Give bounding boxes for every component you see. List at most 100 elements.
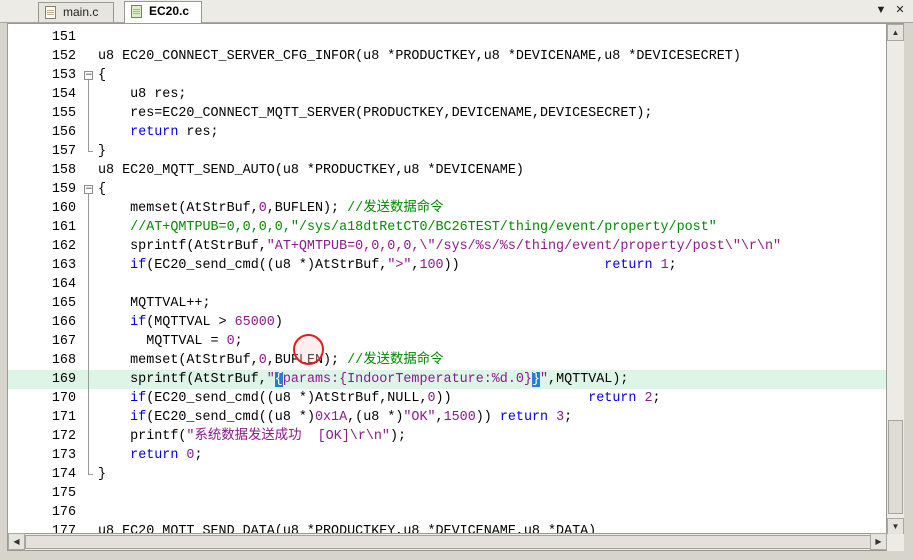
code-line[interactable]: 154 u8 res; xyxy=(8,85,886,104)
line-number: 155 xyxy=(51,106,76,121)
code-text: if(MQTTVAL > 65000) xyxy=(98,313,283,332)
code-line[interactable]: 165 MQTTVAL++; xyxy=(8,294,886,313)
line-number: 158 xyxy=(51,163,76,178)
code-line[interactable]: 171 if(EC20_send_cmd((u8 *)0x1A,(u8 *)"O… xyxy=(8,408,886,427)
code-line[interactable]: 158 u8 EC20_MQTT_SEND_AUTO(u8 *PRODUCTKEY… xyxy=(8,161,886,180)
code-token: u8 EC20_MQTT_SEND_DATA(u8 *PRODUCTKEY,u8… xyxy=(98,524,597,534)
fold-end-marker xyxy=(88,151,93,152)
code-line[interactable]: 157} xyxy=(8,142,886,161)
code-line[interactable]: 155 res=EC20_CONNECT_MQTT_SERVER(PRODUCT… xyxy=(8,104,886,123)
code-token: ) xyxy=(274,315,283,330)
code-line[interactable]: 159 { xyxy=(8,180,886,199)
mouse-cursor-highlight xyxy=(293,334,324,365)
code-line[interactable]: 152 u8 EC20_CONNECT_SERVER_CFG_INFOR(u8 *… xyxy=(8,47,886,66)
fold-toggle-icon[interactable]: − xyxy=(84,185,93,194)
code-line[interactable]: 162 sprintf(AtStrBuf,"AT+QMTPUB=0,0,0,0,… xyxy=(8,237,886,256)
c-file-icon xyxy=(131,5,142,18)
code-token: { xyxy=(98,68,107,83)
code-line[interactable]: 172 printf("系统数据发送成功 [OK]\r\n"); xyxy=(8,427,886,446)
code-token: 0 xyxy=(226,334,235,349)
code-token: return xyxy=(130,125,179,140)
line-number: 153 xyxy=(51,68,76,83)
line-number: 151 xyxy=(51,30,76,45)
editor-tab-bar: main.c EC20.c ▼ ✕ xyxy=(0,0,913,23)
code-token: 1500 xyxy=(443,410,476,425)
code-token: ,MQTTVAL); xyxy=(548,372,629,387)
code-line[interactable]: 156 return res; xyxy=(8,123,886,142)
code-token: sprintf(AtStrBuf, xyxy=(98,239,267,254)
code-line[interactable]: 174} xyxy=(8,465,886,484)
line-number: 152 xyxy=(51,49,76,64)
tab-label: main.c xyxy=(63,5,99,19)
code-text: memset(AtStrBuf,0,BUFLEN); //发送数据命令 xyxy=(98,199,444,218)
code-token: (EC20_send_cmd((u8 *)AtStrBuf,NULL, xyxy=(146,391,428,406)
code-text: } xyxy=(98,142,106,161)
code-token: " xyxy=(540,372,549,387)
code-token: if xyxy=(130,410,147,425)
code-token: 2 xyxy=(644,391,653,406)
code-token: memset(AtStrBuf, xyxy=(98,201,259,216)
code-text: u8 EC20_MQTT_SEND_AUTO(u8 *PRODUCTKEY,u8… xyxy=(98,161,524,180)
line-number: 172 xyxy=(51,429,76,444)
code-token: if xyxy=(130,258,147,273)
code-token: //AT+QMTPUB=0,0,0,0,"/sys/a18dtRetCT0/BC… xyxy=(130,220,717,235)
line-number: 170 xyxy=(51,391,76,406)
code-line[interactable]: 177 u8 EC20_MQTT_SEND_DATA(u8 *PRODUCTKEY… xyxy=(8,522,886,534)
code-line[interactable]: 163 if(EC20_send_cmd((u8 *)AtStrBuf,">",… xyxy=(8,256,886,275)
vertical-scrollbar[interactable]: ▲ ▼ xyxy=(887,23,904,535)
code-line[interactable]: 164 xyxy=(8,275,886,294)
code-line[interactable]: 151 xyxy=(8,28,886,47)
horizontal-scrollbar[interactable]: ◀ ▶ xyxy=(7,533,887,551)
code-text: { xyxy=(98,180,106,199)
scroll-up-arrow-icon[interactable]: ▲ xyxy=(887,24,904,41)
code-line[interactable]: 175 xyxy=(8,484,886,503)
code-token: u8 res; xyxy=(98,87,187,102)
close-icon[interactable]: ✕ xyxy=(893,3,907,17)
tab-main-c[interactable]: main.c xyxy=(38,2,114,22)
scroll-left-arrow-icon[interactable]: ◀ xyxy=(8,533,25,550)
code-token: 65000 xyxy=(234,315,275,330)
code-token: printf( xyxy=(98,429,187,444)
code-token: } xyxy=(98,144,107,159)
code-token: //发送数据命令 xyxy=(347,201,444,216)
code-line[interactable]: 170 if(EC20_send_cmd((u8 *)AtStrBuf,NULL… xyxy=(8,389,886,408)
code-token: "系统数据发送成功 [OK]\r\n" xyxy=(186,429,390,444)
code-token: 0x1A xyxy=(314,410,348,425)
code-token: (EC20_send_cmd((u8 *) xyxy=(146,410,315,425)
tab-ec20-c[interactable]: EC20.c xyxy=(124,1,202,23)
code-line[interactable]: 161 //AT+QMTPUB=0,0,0,0,"/sys/a18dtRetCT… xyxy=(8,218,886,237)
code-line[interactable]: 173 return 0; xyxy=(8,446,886,465)
fold-toggle-icon[interactable]: − xyxy=(84,71,93,80)
horizontal-scroll-thumb[interactable] xyxy=(25,535,871,549)
code-line[interactable]: 169 sprintf(AtStrBuf,"{params:{IndoorTem… xyxy=(8,370,886,389)
chevron-down-icon[interactable]: ▼ xyxy=(874,3,888,17)
code-token: (EC20_send_cmd((u8 *)AtStrBuf, xyxy=(146,258,388,273)
code-text: if(EC20_send_cmd((u8 *)0x1A,(u8 *)"OK",1… xyxy=(98,408,572,427)
code-line[interactable]: 153 { xyxy=(8,66,886,85)
code-line[interactable]: 176 xyxy=(8,503,886,522)
code-token: ">" xyxy=(387,258,412,273)
code-token: return xyxy=(499,410,549,425)
code-line[interactable]: 168 memset(AtStrBuf,0,BUFLEN); //发送数据命令 xyxy=(8,351,886,370)
line-number: 157 xyxy=(51,144,76,159)
scroll-down-arrow-icon[interactable]: ▼ xyxy=(887,518,904,535)
matched-brace: } xyxy=(531,372,540,387)
fold-end-marker xyxy=(88,474,93,475)
code-token: , xyxy=(435,410,444,425)
line-number: 163 xyxy=(51,258,76,273)
scroll-right-arrow-icon[interactable]: ▶ xyxy=(870,533,887,550)
scrollbar-corner xyxy=(887,534,904,551)
code-line[interactable]: 167 MQTTVAL = 0; xyxy=(8,332,886,351)
vertical-scroll-thumb[interactable] xyxy=(888,420,903,514)
code-line[interactable]: 160 memset(AtStrBuf,0,BUFLEN); //发送数据命令 xyxy=(8,199,886,218)
line-number: 168 xyxy=(51,353,76,368)
code-token: memset(AtStrBuf, xyxy=(98,353,259,368)
code-text: } xyxy=(98,465,106,484)
code-token: MQTTVAL++; xyxy=(98,296,211,311)
code-line[interactable]: 166 if(MQTTVAL > 65000) xyxy=(8,313,886,332)
fold-guide-line xyxy=(88,80,89,151)
code-token: MQTTVAL = xyxy=(98,334,227,349)
matched-brace: { xyxy=(274,372,283,387)
code-editor[interactable]: 151 152 u8 EC20_CONNECT_SERVER_CFG_INFOR(u… xyxy=(7,23,887,534)
